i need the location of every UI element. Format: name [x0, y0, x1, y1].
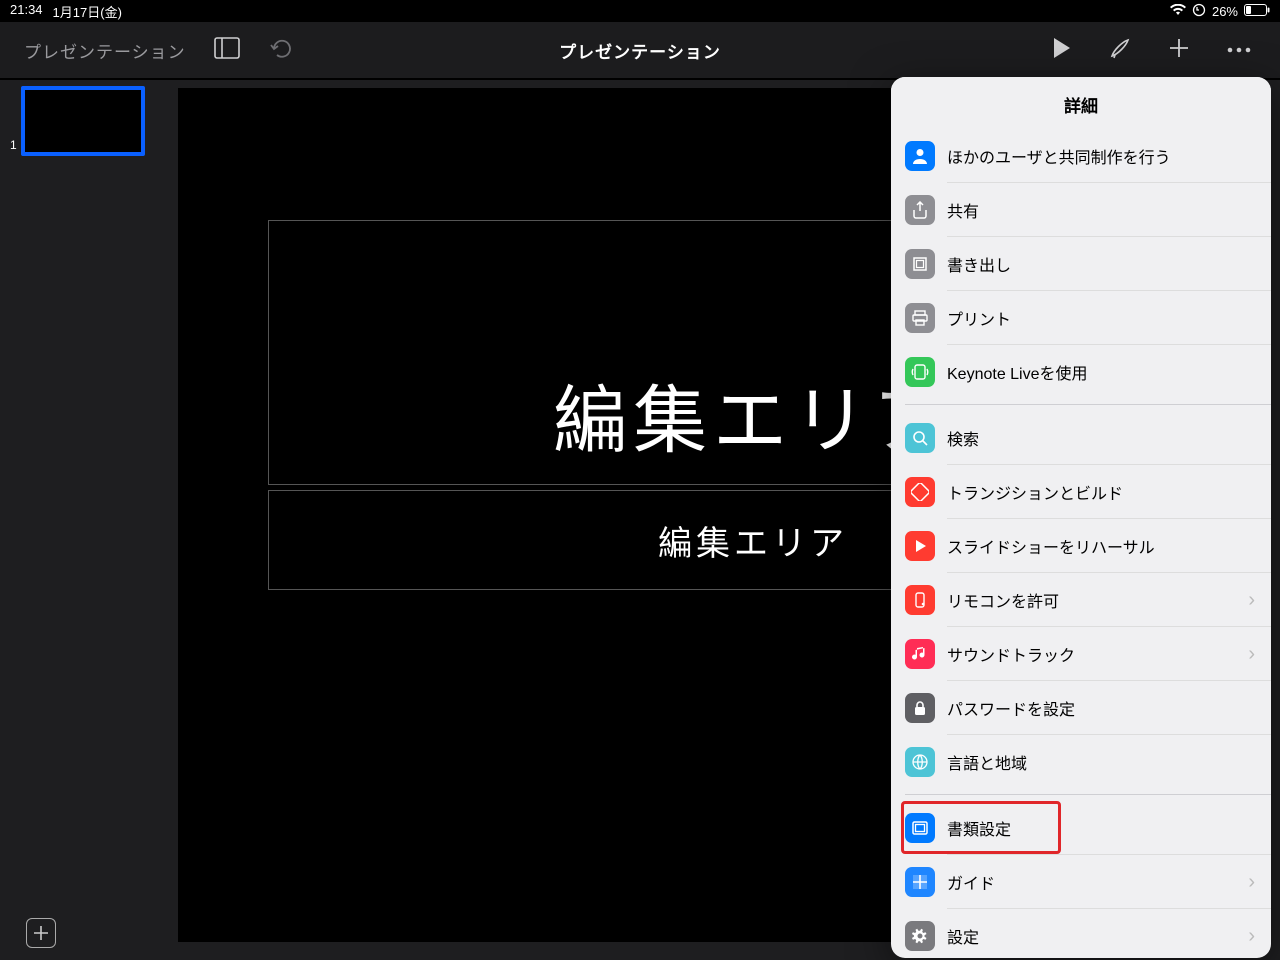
battery-percent: 26% [1212, 4, 1238, 19]
menu-item-search[interactable]: 検索 [891, 411, 1271, 464]
menu-item-label: 言語と地域 [947, 750, 1027, 774]
menu-item-label: プリント [947, 306, 1011, 330]
docsetup-icon [905, 813, 935, 843]
play-icon[interactable] [1052, 37, 1072, 64]
globe-icon [905, 747, 935, 777]
popover-title: 詳細 [891, 77, 1271, 129]
transition-icon [905, 477, 935, 507]
chevron-right-icon: › [1248, 644, 1255, 664]
menu-item-lock[interactable]: パスワードを設定 [891, 681, 1271, 734]
menu-item-label: リモコンを許可 [947, 588, 1059, 612]
menu-item-guide[interactable]: ガイド › [891, 855, 1271, 908]
slide-thumbnail-1[interactable]: 1 [10, 86, 154, 156]
menu-item-globe[interactable]: 言語と地域 [891, 735, 1271, 788]
undo-icon[interactable] [268, 37, 294, 64]
status-time: 21:34 [10, 2, 43, 21]
chevron-right-icon: › [1248, 590, 1255, 610]
menu-item-label: トランジションとビルド [947, 480, 1123, 504]
search-icon [905, 423, 935, 453]
menu-item-label: 書き出し [947, 252, 1011, 276]
live-icon [905, 357, 935, 387]
menu-item-label: スライドショーをリハーサル [947, 534, 1155, 558]
toolbar: プレゼンテーション プレゼンテーション [0, 22, 1280, 80]
layout-icon[interactable] [214, 37, 240, 64]
wifi-icon [1170, 4, 1186, 19]
print-icon [905, 303, 935, 333]
music-icon [905, 639, 935, 669]
slide-navigator: 1 [0, 80, 160, 960]
menu-item-label: ほかのユーザと共同制作を行う [947, 144, 1171, 168]
menu-item-share[interactable]: 共有 [891, 183, 1271, 236]
share-icon [905, 195, 935, 225]
status-bar: 21:34 1月17日(金) 26% [0, 0, 1280, 22]
menu-item-settings[interactable]: 設定 › [891, 909, 1271, 958]
back-button[interactable]: プレゼンテーション [24, 38, 186, 63]
menu-item-print[interactable]: プリント [891, 291, 1271, 344]
battery-icon [1244, 4, 1270, 19]
menu-item-music[interactable]: サウンドトラック › [891, 627, 1271, 680]
person-icon [905, 141, 935, 171]
chevron-right-icon: › [1248, 872, 1255, 892]
settings-icon [905, 921, 935, 951]
menu-separator [905, 794, 1271, 795]
menu-item-export[interactable]: 書き出し [891, 237, 1271, 290]
more-icon[interactable] [1226, 41, 1252, 59]
rehearse-icon [905, 531, 935, 561]
menu-item-remote[interactable]: リモコンを許可 › [891, 573, 1271, 626]
orientation-lock-icon [1192, 3, 1206, 20]
add-icon[interactable] [1168, 37, 1190, 64]
more-popover: 詳細 ほかのユーザと共同制作を行う共有書き出しプリント Keynote Liveを… [891, 77, 1271, 958]
menu-item-rehearse[interactable]: スライドショーをリハーサル [891, 519, 1271, 572]
menu-item-docsetup[interactable]: 書類設定 [891, 801, 1271, 854]
menu-item-label: 書類設定 [947, 816, 1011, 840]
menu-item-transition[interactable]: トランジションとビルド [891, 465, 1271, 518]
menu-item-label: パスワードを設定 [947, 696, 1075, 720]
menu-item-live[interactable]: Keynote Liveを使用 [891, 345, 1271, 398]
brush-icon[interactable] [1108, 36, 1132, 65]
menu-item-label: 設定 [947, 924, 979, 948]
document-title: プレゼンテーション [559, 38, 721, 63]
menu-item-person[interactable]: ほかのユーザと共同制作を行う [891, 129, 1271, 182]
remote-icon [905, 585, 935, 615]
status-date: 1月17日(金) [53, 2, 122, 21]
chevron-right-icon: › [1248, 926, 1255, 946]
menu-item-label: Keynote Liveを使用 [947, 360, 1088, 384]
popover-menu: ほかのユーザと共同制作を行う共有書き出しプリント Keynote Liveを使用検… [891, 129, 1271, 958]
guide-icon [905, 867, 935, 897]
menu-separator [905, 404, 1271, 405]
menu-item-label: 検索 [947, 426, 979, 450]
menu-item-label: サウンドトラック [947, 642, 1075, 666]
lock-icon [905, 693, 935, 723]
add-slide-button[interactable] [26, 918, 56, 948]
slide-number: 1 [10, 138, 17, 156]
menu-item-label: 共有 [947, 198, 979, 222]
export-icon [905, 249, 935, 279]
slide-thumbnail-image [21, 86, 145, 156]
menu-item-label: ガイド [947, 870, 995, 894]
